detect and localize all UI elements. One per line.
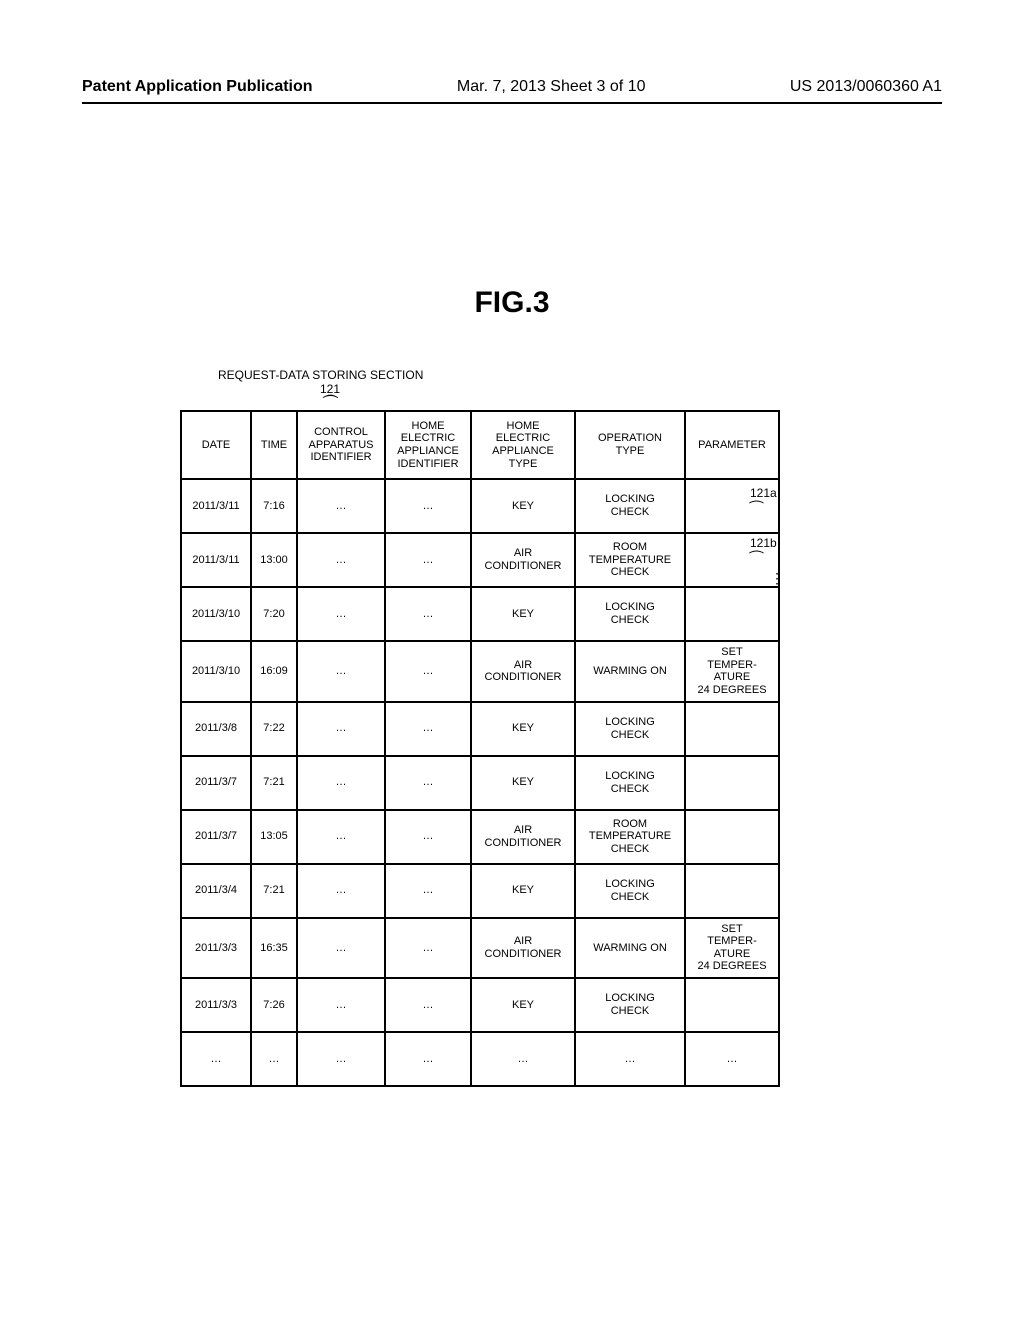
table-row: 2011/3/10 16:09 … … AIRCONDITIONER WARMI…	[181, 641, 779, 702]
table-row: 2011/3/8 7:22 … … KEY LOCKINGCHECK	[181, 702, 779, 756]
table-row: … … … … … … …	[181, 1032, 779, 1086]
table-row: 2011/3/10 7:20 … … KEY LOCKINGCHECK	[181, 587, 779, 641]
table-row: 2011/3/3 16:35 … … AIRCONDITIONER WARMIN…	[181, 918, 779, 979]
row-annotation-121b: 121b ⁀	[750, 536, 777, 570]
table-row: 2011/3/7 13:05 … … AIRCONDITIONER ROOMTE…	[181, 810, 779, 864]
squiggle-icon: ⁀	[750, 502, 763, 519]
col-time: TIME	[251, 411, 297, 479]
data-table-wrap: DATE TIME CONTROLAPPARATUSIDENTIFIER HOM…	[180, 410, 780, 1087]
header-date-sheet: Mar. 7, 2013 Sheet 3 of 10	[457, 78, 646, 96]
col-operation-type: OPERATIONTYPE	[575, 411, 685, 479]
data-table: DATE TIME CONTROLAPPARATUSIDENTIFIER HOM…	[180, 410, 780, 1087]
table-row: 2011/3/4 7:21 … … KEY LOCKINGCHECK	[181, 864, 779, 918]
col-parameter: PARAMETER	[685, 411, 779, 479]
squiggle-icon: ⁀	[750, 552, 763, 569]
table-row: 2011/3/3 7:26 … … KEY LOCKINGCHECK	[181, 978, 779, 1032]
table-row: 2011/3/11 7:16 … … KEY LOCKINGCHECK	[181, 479, 779, 533]
col-home-electric-appliance-type: HOMEELECTRICAPPLIANCETYPE	[471, 411, 575, 479]
section-label: REQUEST-DATA STORING SECTION	[218, 368, 423, 382]
table-header-row: DATE TIME CONTROLAPPARATUSIDENTIFIER HOM…	[181, 411, 779, 479]
section-number: 121	[320, 382, 340, 396]
col-date: DATE	[181, 411, 251, 479]
col-control-apparatus-identifier: CONTROLAPPARATUSIDENTIFIER	[297, 411, 385, 479]
table-row: 2011/3/7 7:21 … … KEY LOCKINGCHECK	[181, 756, 779, 810]
vertical-ellipsis-icon: ⋮	[770, 570, 784, 587]
figure-title: FIG.3	[0, 286, 1024, 320]
header-pubnum: US 2013/0060360 A1	[790, 78, 942, 96]
col-home-electric-appliance-identifier: HOMEELECTRICAPPLIANCEIDENTIFIER	[385, 411, 471, 479]
row-annotation-121a: 121a ⁀	[750, 486, 777, 520]
header-publication: Patent Application Publication	[82, 78, 313, 96]
table-row: 2011/3/11 13:00 … … AIRCONDITIONER ROOMT…	[181, 533, 779, 587]
